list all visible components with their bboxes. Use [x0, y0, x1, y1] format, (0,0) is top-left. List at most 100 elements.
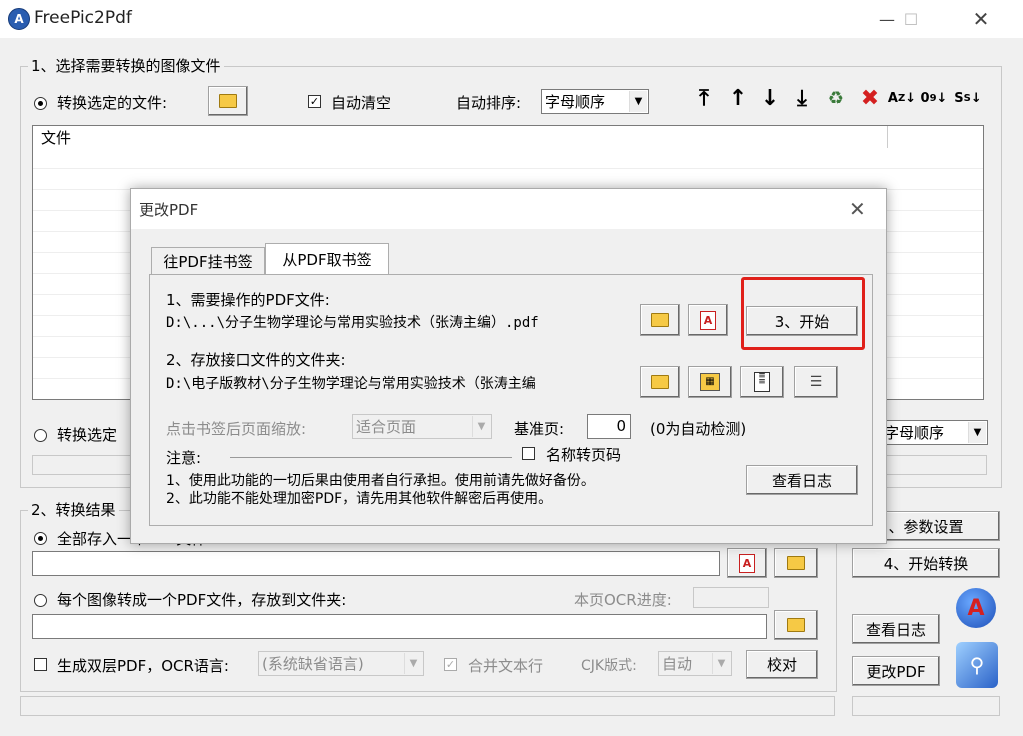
start-convert-button[interactable]: 4、开始转换 — [852, 548, 1000, 578]
radio-selected-folder-label: 转换选定 — [57, 426, 118, 444]
note-line-1: 1、使用此功能的一切后果由使用者自行承担。使用前请先做好备份。 — [166, 473, 595, 489]
auto-sort-select[interactable]: 字母顺序 ▼ — [541, 89, 649, 114]
bookmark-tree-button[interactable]: ☰ — [794, 366, 838, 398]
sort-custom-icon[interactable]: S S ↓ — [954, 84, 982, 112]
magnifier-logo-icon: ⚲ — [956, 642, 998, 688]
sort-az-icon[interactable]: A Z ↓ — [888, 84, 916, 112]
move-up-icon[interactable]: ↑ — [724, 84, 752, 112]
auto-clear-label: 自动清空 — [331, 94, 392, 112]
close-button[interactable]: ✕ — [958, 0, 1004, 38]
radio-each-image[interactable] — [34, 594, 47, 607]
move-down-icon[interactable]: ↓ — [756, 84, 784, 112]
radio-all-in-one[interactable] — [34, 532, 47, 545]
radio-each-image-label: 每个图像转成一个PDF文件，存放到文件夹: — [57, 591, 347, 609]
section1-legend: 1、选择需要转换的图像文件 — [28, 55, 224, 76]
start-button-highlight — [741, 277, 865, 350]
name-to-pagecode-checkbox[interactable] — [522, 447, 535, 460]
base-page-label: 基准页: — [514, 420, 565, 438]
chevron-down-icon: ▼ — [472, 416, 490, 437]
file-column-header[interactable]: 文件 — [41, 127, 71, 148]
cjk-label: CJK版式: — [581, 658, 637, 674]
delete-icon[interactable]: ✖ — [856, 84, 884, 112]
pdf-file-label: 1、需要操作的PDF文件: — [166, 291, 330, 309]
output-folder-field[interactable] — [32, 614, 767, 639]
dialog-title: 更改PDF — [139, 201, 199, 219]
browse-folder-button[interactable] — [640, 366, 680, 398]
chevron-down-icon: ▼ — [968, 422, 986, 443]
base-page-input[interactable]: 0 — [587, 414, 631, 439]
note-line-2: 2、此功能不能处理加密PDF，请先用其他软件解密后再使用。 — [166, 491, 553, 507]
app-logo-icon: A — [8, 8, 30, 30]
sort-09-icon[interactable]: 0 9 ↓ — [920, 84, 948, 112]
dialog-view-log-button[interactable]: 查看日志 — [746, 465, 858, 495]
folder-properties-button[interactable]: ▦ — [688, 366, 732, 398]
cjk-select[interactable]: 自动 ▼ — [658, 651, 732, 676]
note-label: 注意: — [166, 449, 202, 467]
ocr-progress-bar — [693, 587, 769, 608]
browse-files-button[interactable] — [208, 86, 248, 116]
folder-properties-icon: ▦ — [700, 373, 720, 391]
text-file-icon: ≡ ≡ — [754, 372, 770, 392]
dual-layer-label: 生成双层PDF，OCR语言: — [57, 657, 229, 675]
maximize-button[interactable]: ☐ — [888, 0, 934, 38]
move-bottom-icon[interactable]: ⤓ — [788, 84, 816, 112]
output-pdf-field[interactable] — [32, 551, 720, 576]
name-to-pagecode-label: 名称转页码 — [546, 446, 622, 464]
browse-output-pdf-button[interactable] — [774, 548, 818, 578]
right-status-field — [852, 696, 1000, 716]
radio-selected-files-label: 转换选定的文件: — [57, 94, 168, 112]
merge-lines-label: 合并文本行 — [468, 657, 544, 675]
modify-pdf-button[interactable]: 更改PDF — [852, 656, 940, 686]
ocr-language-select[interactable]: (系统缺省语言) ▼ — [258, 651, 424, 676]
acrobat-logo-icon: A — [956, 588, 996, 628]
folder-sort-select[interactable]: 字母顺序 ▼ — [880, 420, 988, 445]
folder-label: 2、存放接口文件的文件夹: — [166, 351, 346, 369]
browse-output-folder-button[interactable] — [774, 610, 818, 640]
modify-pdf-dialog: 更改PDF ✕ 往PDF挂书签 从PDF取书签 1、需要操作的PDF文件: D:… — [130, 188, 887, 544]
bookmark-tree-icon: ☰ — [809, 374, 823, 390]
pick-pdf-button[interactable]: A — [727, 548, 767, 578]
app-title: FreePic2Pdf — [34, 8, 132, 28]
folder-open-icon — [651, 313, 669, 327]
folder-open-icon — [219, 94, 237, 108]
chevron-down-icon: ▼ — [712, 653, 730, 674]
auto-clear-checkbox[interactable]: ✓ — [308, 95, 321, 108]
pdf-icon: A — [739, 553, 755, 573]
ocr-progress-label: 本页OCR进度: — [574, 591, 672, 609]
open-pdf-button[interactable]: A — [688, 304, 728, 336]
folder-open-icon — [787, 618, 805, 632]
merge-lines-checkbox[interactable]: ✓ — [444, 658, 457, 671]
dialog-title-bar: 更改PDF ✕ — [131, 189, 886, 229]
chevron-down-icon: ▼ — [629, 91, 647, 112]
note-divider — [230, 457, 512, 458]
recycle-icon[interactable]: ♻ — [822, 84, 850, 112]
zoom-value: 适合页面 — [356, 418, 417, 436]
auto-sort-value: 字母顺序 — [545, 93, 606, 111]
radio-selected-folder[interactable] — [34, 429, 47, 442]
folder-sort-value: 字母顺序 — [884, 424, 945, 442]
proofread-button[interactable]: 校对 — [746, 650, 818, 679]
status-field — [20, 696, 835, 716]
main-title-bar: A FreePic2Pdf — ☐ ✕ — [0, 0, 1023, 38]
edit-text-button[interactable]: ≡ ≡ — [740, 366, 784, 398]
dual-layer-checkbox[interactable] — [34, 658, 47, 671]
view-log-main-button[interactable]: 查看日志 — [852, 614, 940, 644]
folder-path[interactable]: D:\电子版教材\分子生物学理论与常用实验技术（张涛主编 — [166, 372, 630, 397]
chevron-down-icon: ▼ — [404, 653, 422, 674]
section2-legend: 2、转换结果 — [28, 499, 119, 520]
pdf-file-path[interactable]: D:\...\分子生物学理论与常用实验技术（张涛主编）.pdf — [166, 311, 630, 336]
cjk-value: 自动 — [662, 655, 693, 673]
tab-attach-bookmarks[interactable]: 往PDF挂书签 — [151, 247, 265, 275]
move-top-icon[interactable]: ⤒ — [690, 84, 718, 112]
folder-open-icon — [787, 556, 805, 570]
zoom-select[interactable]: 适合页面 ▼ — [352, 414, 492, 439]
radio-selected-files[interactable] — [34, 97, 47, 110]
file-list-header: 文件 — [33, 126, 983, 149]
pdf-icon: A — [700, 310, 716, 330]
dialog-close-icon[interactable]: ✕ — [849, 197, 866, 221]
auto-sort-label: 自动排序: — [456, 94, 522, 112]
tab-extract-bookmarks[interactable]: 从PDF取书签 — [265, 243, 389, 275]
auto-detect-hint: (0为自动检测) — [650, 420, 747, 438]
browse-pdf-button[interactable] — [640, 304, 680, 336]
folder-open-icon — [651, 375, 669, 389]
